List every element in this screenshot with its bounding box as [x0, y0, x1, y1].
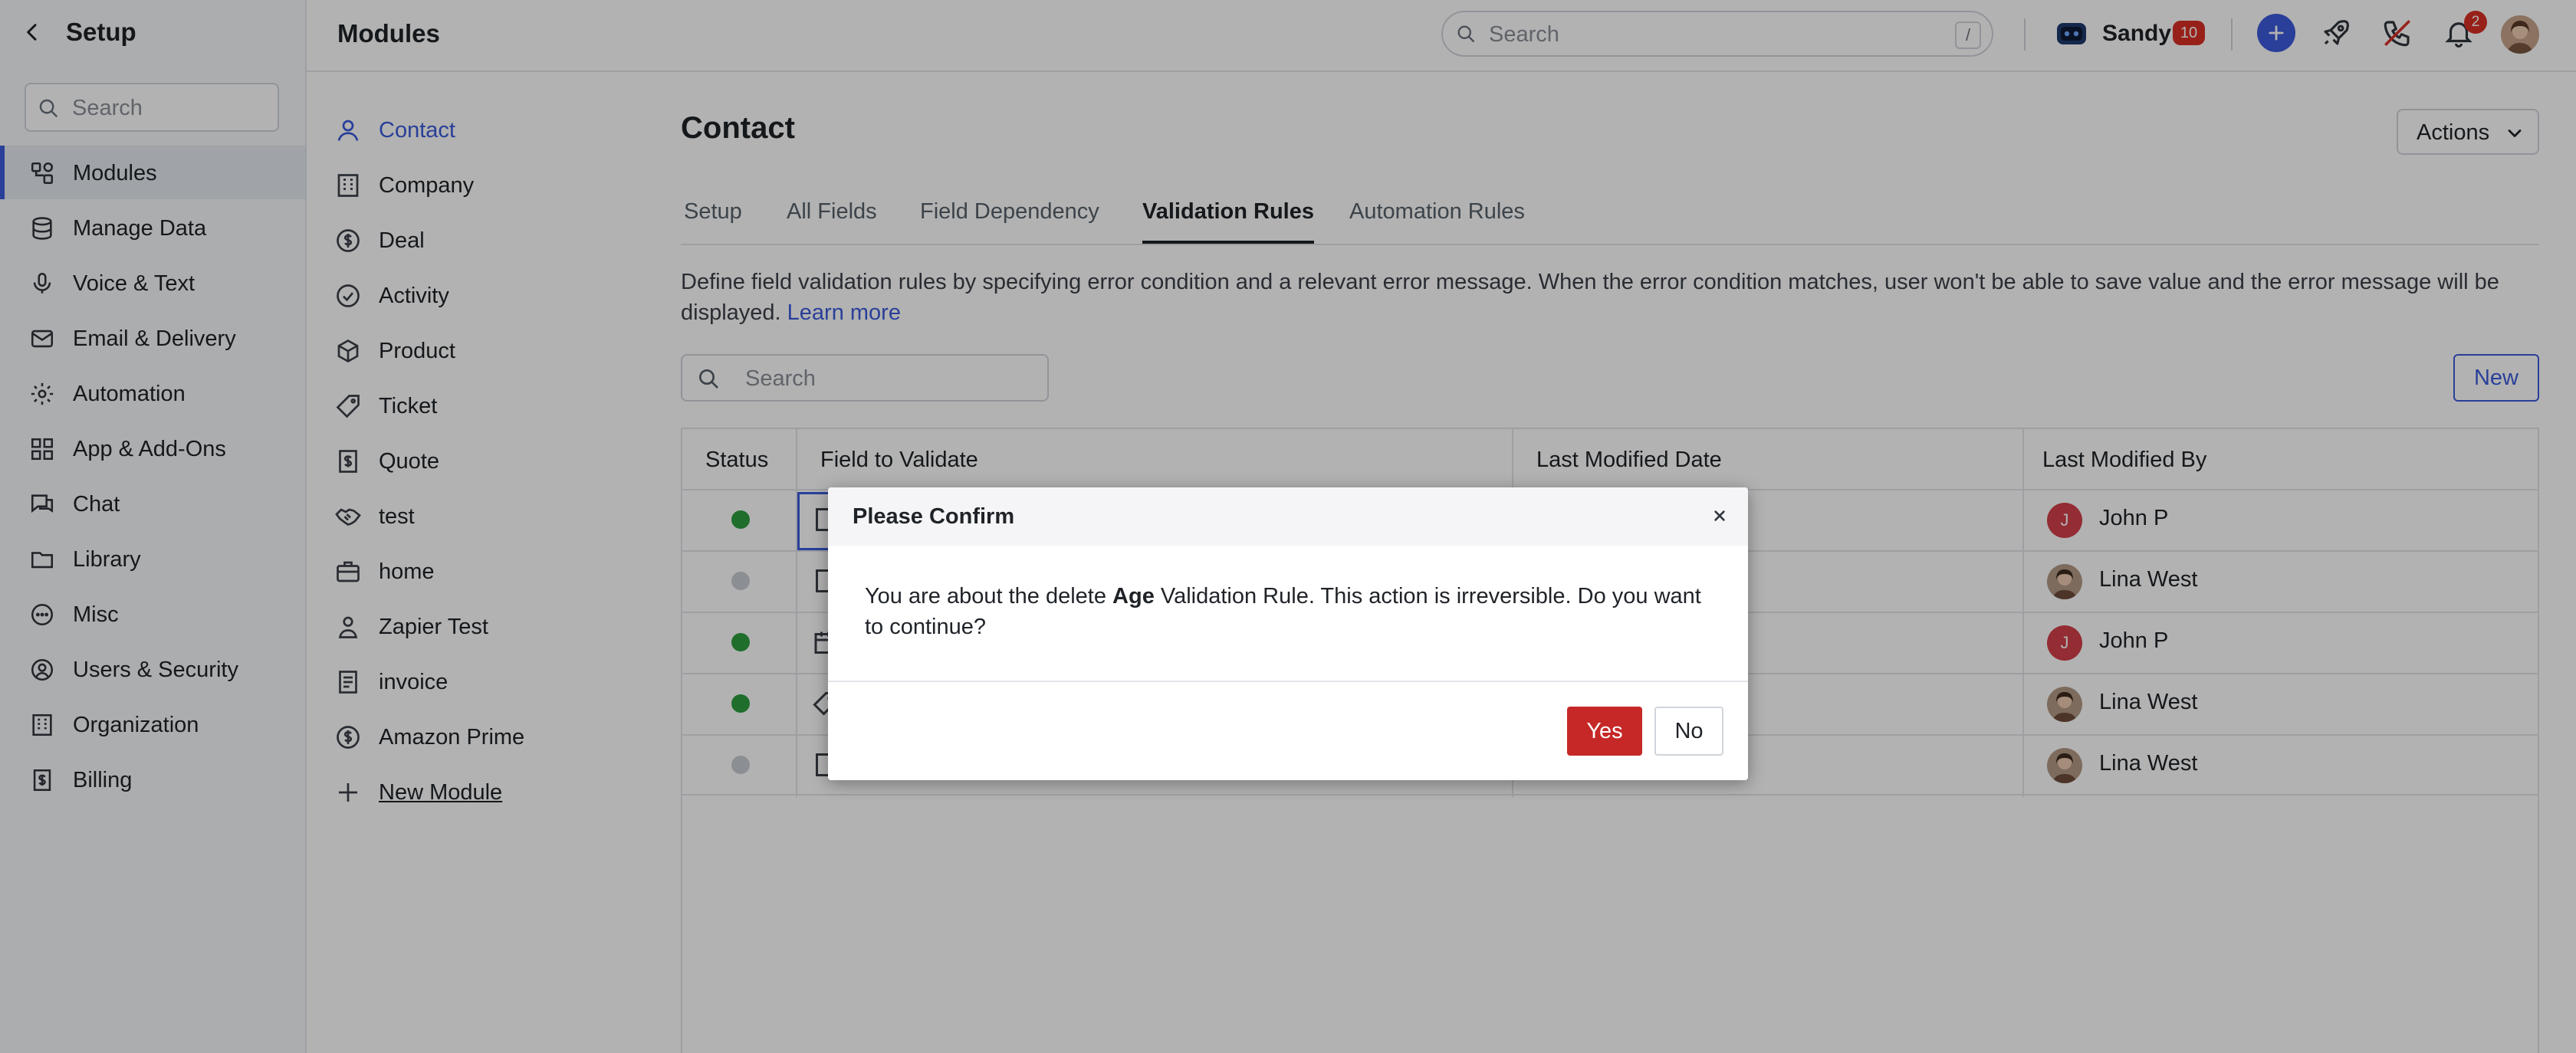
no-button[interactable]: No	[1654, 707, 1723, 756]
confirm-dialog: Please Confirm You are about the delete …	[828, 487, 1748, 780]
dialog-message: You are about the delete Age Validation …	[865, 581, 1716, 642]
dialog-divider	[828, 681, 1748, 682]
yes-button[interactable]: Yes	[1567, 707, 1642, 756]
rule-name: Age	[1112, 584, 1155, 609]
close-icon[interactable]	[1710, 506, 1730, 526]
dialog-header: Please Confirm	[828, 487, 1748, 546]
dialog-title: Please Confirm	[853, 504, 1015, 529]
dialog-message-start: You are about the delete	[865, 584, 1113, 609]
